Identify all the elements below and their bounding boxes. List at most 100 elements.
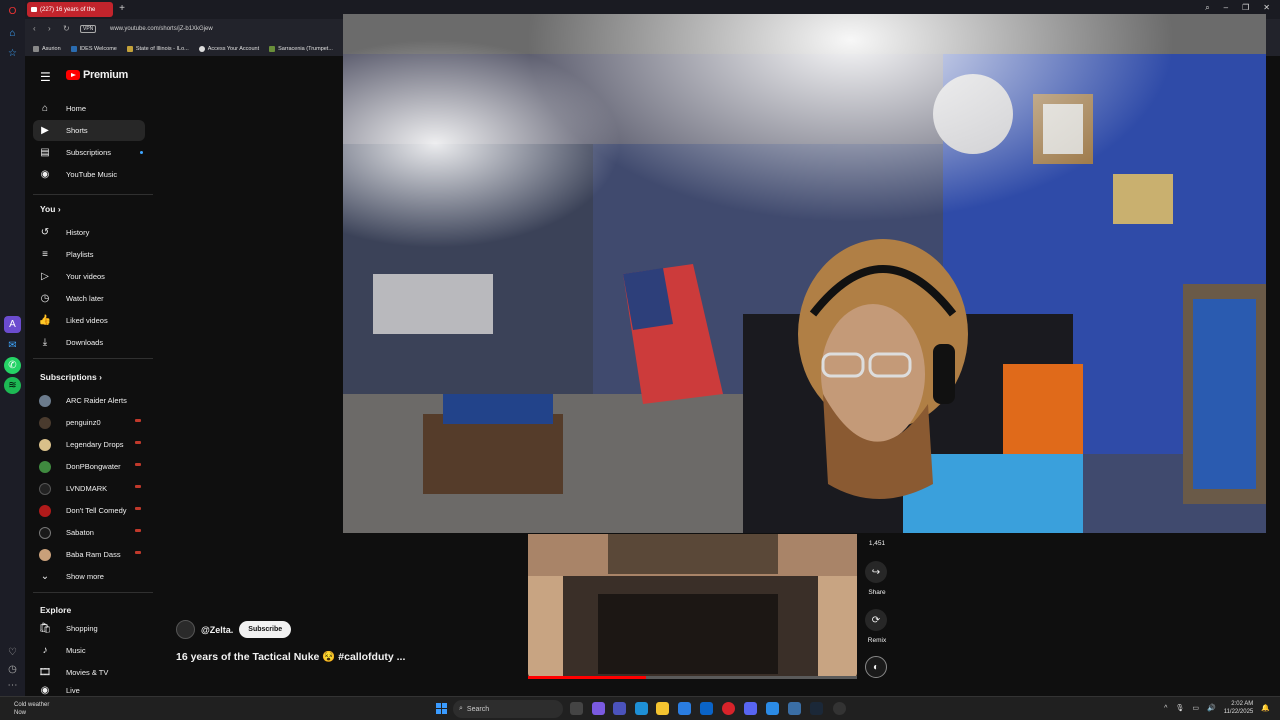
- channel-avatar[interactable]: [176, 620, 195, 639]
- nav-your-videos[interactable]: ▷ Your videos: [33, 266, 145, 287]
- nav-home[interactable]: ⌂ Home: [33, 98, 145, 119]
- start-tile: [442, 709, 447, 714]
- clock-date: 11/22/2025: [1223, 709, 1254, 715]
- tab-youtube[interactable]: (227) 16 years of the: [27, 2, 113, 17]
- weather-widget[interactable]: Cold weather Now: [14, 701, 49, 717]
- yt-header: ☰ Premium: [25, 56, 343, 96]
- youtube-logo[interactable]: Premium: [66, 69, 128, 81]
- volume-icon[interactable]: 🔊: [1207, 704, 1216, 712]
- subscription-item[interactable]: DonPBongwater: [33, 456, 145, 477]
- subscription-item[interactable]: Sabaton: [33, 522, 145, 543]
- remix-button[interactable]: ⟳: [865, 609, 887, 631]
- messenger-icon[interactable]: ✉: [4, 337, 21, 354]
- outlook-icon[interactable]: [700, 702, 713, 715]
- chevron-right-icon: ›: [57, 204, 61, 214]
- bookmark-item[interactable]: State of Illinois - ILo...: [126, 46, 189, 52]
- edge-icon[interactable]: [635, 702, 648, 715]
- clock[interactable]: 2:02 AM 11/22/2025: [1224, 700, 1254, 716]
- steam-icon[interactable]: [810, 702, 823, 715]
- nav-youtube-music[interactable]: ◉ YouTube Music: [33, 164, 145, 185]
- spotify-icon[interactable]: ≋: [4, 377, 21, 394]
- webcam-overlay[interactable]: [343, 14, 1266, 533]
- share-label: Share: [868, 589, 886, 596]
- discord-icon[interactable]: [744, 702, 757, 715]
- network-icon[interactable]: ▭: [1192, 704, 1199, 712]
- back-button[interactable]: ‹: [33, 24, 36, 33]
- subscription-item[interactable]: penguinz0: [33, 412, 145, 433]
- opera-icon[interactable]: [722, 702, 735, 715]
- show-more-button[interactable]: ⌄ Show more: [33, 566, 145, 587]
- subscriptions-heading[interactable]: Subscriptions ›: [40, 372, 102, 382]
- nav-live[interactable]: ◉ Live: [33, 684, 145, 696]
- start-button[interactable]: [436, 703, 447, 714]
- channel-sound-button[interactable]: ◐: [865, 656, 887, 678]
- forward-button[interactable]: ›: [48, 24, 51, 33]
- app-icon[interactable]: [833, 702, 846, 715]
- bookmark-item[interactable]: IDES Welcome: [70, 46, 117, 52]
- notifications-icon[interactable]: 🔔: [1261, 704, 1270, 712]
- video-progress-bar[interactable]: [528, 676, 857, 679]
- teams-icon[interactable]: [613, 702, 626, 715]
- reload-button[interactable]: ↻: [63, 24, 70, 33]
- history-rail-icon[interactable]: ◷: [4, 661, 21, 678]
- nav-subscriptions[interactable]: ▤ Subscriptions: [33, 142, 145, 163]
- bookmark-item[interactable]: Asurion: [33, 46, 61, 52]
- app-icon[interactable]: [788, 702, 801, 715]
- url-field[interactable]: www.youtube.com/shorts/jZ-b1XkGjew: [110, 26, 213, 32]
- chevron-right-icon: ›: [99, 372, 102, 382]
- whatsapp-icon[interactable]: ✆: [4, 357, 21, 374]
- channel-avatar-icon: ◐: [872, 661, 880, 673]
- menu-icon[interactable]: ☰: [40, 70, 51, 84]
- nav-shopping[interactable]: 🛍 Shopping: [33, 618, 145, 639]
- nav-playlists[interactable]: ≡ Playlists: [33, 244, 145, 265]
- chevron-up-icon[interactable]: ^: [1164, 705, 1167, 712]
- nav-movies-tv[interactable]: 🎞 Movies & TV: [33, 662, 145, 683]
- more-rail-icon[interactable]: ⋯: [4, 677, 21, 694]
- subscription-item[interactable]: ARC Raider Alerts: [33, 390, 145, 411]
- nav-liked-videos[interactable]: 👍 Liked videos: [33, 310, 145, 331]
- search-tabs-icon[interactable]: ⌕: [1205, 3, 1209, 13]
- downloads-icon: ⤓: [42, 337, 48, 348]
- nav-watch-later[interactable]: ◷ Watch later: [33, 288, 145, 309]
- task-view-icon[interactable]: [570, 702, 583, 715]
- opera-logo-icon[interactable]: O: [4, 3, 21, 20]
- app-icon[interactable]: [766, 702, 779, 715]
- heart-rail-icon[interactable]: ♡: [4, 644, 21, 661]
- you-heading[interactable]: You ›: [40, 204, 61, 214]
- nav-shorts[interactable]: ▶ Shorts: [33, 120, 145, 141]
- maximize-button[interactable]: ❐: [1242, 3, 1249, 13]
- aria-icon[interactable]: A: [4, 316, 21, 333]
- subscription-item[interactable]: Don't Tell Comedy: [33, 500, 145, 521]
- channel-row: @Zelta. Subscribe: [176, 620, 292, 639]
- store-icon[interactable]: [678, 702, 691, 715]
- vpn-badge[interactable]: VPN: [80, 25, 97, 33]
- subscription-item[interactable]: Legendary Drops: [33, 434, 145, 455]
- nav-downloads[interactable]: ⤓ Downloads: [33, 332, 145, 353]
- new-tab-button[interactable]: +: [115, 2, 129, 16]
- subscription-item[interactable]: Baba Ram Dass: [33, 544, 145, 565]
- subscribe-button[interactable]: Subscribe: [239, 621, 292, 638]
- taskbar-search[interactable]: ⌕ Search: [453, 700, 563, 718]
- short-video-player[interactable]: [528, 534, 857, 679]
- nav-label: History: [66, 228, 90, 237]
- copilot-icon[interactable]: [592, 702, 605, 715]
- bookmark-item[interactable]: Access Your Account: [198, 46, 259, 52]
- close-button[interactable]: ✕: [1263, 3, 1270, 13]
- avatar: [39, 504, 51, 517]
- short-title[interactable]: 16 years of the Tactical Nuke 😵 #callofd…: [176, 650, 405, 663]
- nav-history[interactable]: ↺ History: [33, 222, 145, 243]
- channel-name[interactable]: @Zelta.: [201, 625, 233, 635]
- home-rail-icon[interactable]: ⌂: [4, 25, 21, 42]
- file-explorer-icon[interactable]: [656, 702, 669, 715]
- divider: [33, 592, 153, 593]
- bookmark-item[interactable]: Sarracenia (Trumpet...: [269, 46, 333, 52]
- your-videos-icon: ▷: [41, 271, 49, 282]
- share-button[interactable]: ↪: [865, 561, 887, 583]
- subscription-item[interactable]: LVNDMARK: [33, 478, 145, 499]
- nav-music[interactable]: ♪ Music: [33, 640, 145, 661]
- minimize-button[interactable]: –: [1224, 3, 1228, 13]
- nav-label: Subscriptions: [66, 148, 112, 157]
- microphone-icon[interactable]: 🎙: [1175, 704, 1184, 712]
- star-rail-icon[interactable]: ☆: [4, 45, 21, 62]
- watch-later-icon: ◷: [40, 293, 50, 304]
